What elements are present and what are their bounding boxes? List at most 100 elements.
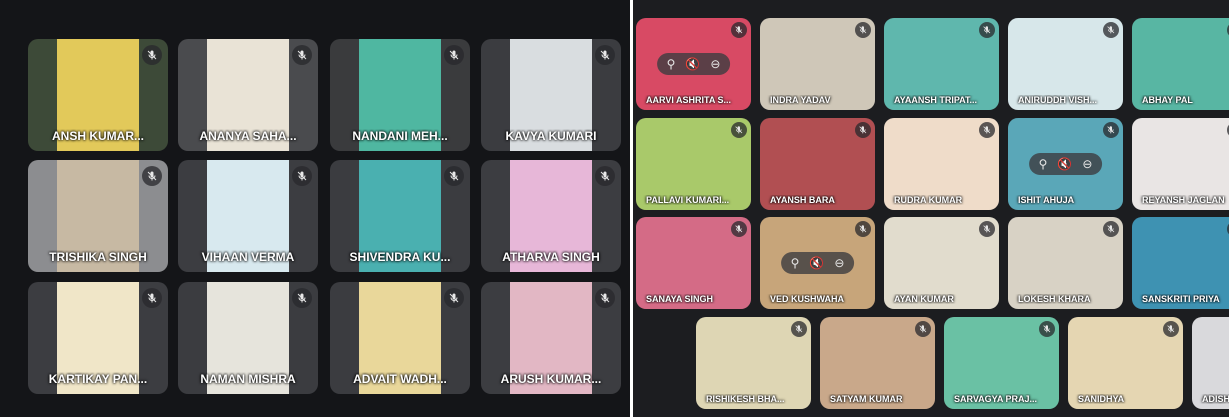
participant-name: SHIVENDRA KU... bbox=[349, 250, 451, 264]
participant-tile[interactable]: ANANYA SAHA... bbox=[178, 39, 318, 151]
participant-tile[interactable]: VIHAAN VERMA bbox=[178, 160, 318, 272]
participant-tile[interactable]: ARUSH KUMAR... bbox=[481, 282, 621, 394]
participant-name: SARVAGYA PRAJ... bbox=[954, 394, 1038, 404]
participant-tile[interactable]: TRISHIKA SINGH bbox=[28, 160, 168, 272]
participant-tile[interactable]: KAVYA KUMARI bbox=[481, 39, 621, 151]
participant-name: AYAANSH TRIPAT... bbox=[894, 95, 978, 105]
participant-name: AYANSH BARA bbox=[770, 195, 835, 205]
mic-muted-icon bbox=[595, 288, 615, 308]
participant-tile[interactable]: AYAN KUMAR bbox=[884, 217, 999, 309]
mic-muted-icon bbox=[979, 122, 995, 138]
participant-name: INDRA YADAV bbox=[770, 95, 831, 105]
pin-icon[interactable]: ⚲ bbox=[791, 256, 800, 270]
mute-icon[interactable]: 🔇 bbox=[809, 256, 824, 270]
participant-name: ISHIT AHUJA bbox=[1018, 195, 1075, 205]
participant-tile[interactable]: SATYAM KUMAR bbox=[820, 317, 935, 409]
participant-name: AYAN KUMAR bbox=[894, 294, 954, 304]
participant-name: NANDANI MEH... bbox=[352, 129, 448, 143]
participant-tile[interactable]: INDRA YADAV bbox=[760, 18, 875, 110]
participant-tile[interactable]: ⚲ 🔇 ⊖ AARVI ASHRITA S... bbox=[636, 18, 751, 110]
participant-name: RUDRA KUMAR bbox=[894, 195, 963, 205]
participant-tile[interactable]: KARTIKAY PAN... bbox=[28, 282, 168, 394]
participant-tile[interactable]: ⚲ 🔇 ⊖ VED KUSHWAHA bbox=[760, 217, 875, 309]
participant-name: SANAYA SINGH bbox=[646, 294, 714, 304]
mic-muted-icon bbox=[791, 321, 807, 337]
mic-muted-icon bbox=[142, 166, 162, 186]
mic-muted-icon bbox=[292, 166, 312, 186]
participant-tile[interactable]: NAMAN MISHRA bbox=[178, 282, 318, 394]
mic-muted-icon bbox=[979, 22, 995, 38]
participant-name: TRISHIKA SINGH bbox=[49, 250, 147, 264]
participant-name: KARTIKAY PAN... bbox=[48, 372, 148, 386]
mute-icon[interactable]: 🔇 bbox=[685, 57, 700, 71]
participant-name: RISHIKESH BHA... bbox=[706, 394, 785, 404]
participant-tile[interactable]: ADISH bbox=[1192, 317, 1229, 409]
participant-name: LOKESH KHARA bbox=[1018, 294, 1091, 304]
participant-name: SANSKRITI PRIYA bbox=[1142, 294, 1220, 304]
mic-muted-icon bbox=[1163, 321, 1179, 337]
participant-name: VED KUSHWAHA bbox=[770, 294, 845, 304]
mic-muted-icon bbox=[1103, 122, 1119, 138]
tile-hover-controls: ⚲ 🔇 ⊖ bbox=[656, 53, 731, 75]
participant-tile[interactable]: RISHIKESH BHA... bbox=[696, 317, 811, 409]
mic-muted-icon bbox=[855, 22, 871, 38]
pin-icon[interactable]: ⚲ bbox=[1039, 157, 1048, 171]
participant-tile[interactable]: ABHAY PAL bbox=[1132, 18, 1229, 110]
mic-muted-icon bbox=[855, 122, 871, 138]
participant-name: NAMAN MISHRA bbox=[200, 372, 296, 386]
mic-muted-icon bbox=[444, 288, 464, 308]
participant-name: KAVYA KUMARI bbox=[505, 129, 597, 143]
participant-tile[interactable]: ANIRUDDH VISH... bbox=[1008, 18, 1123, 110]
participant-tile[interactable]: SANAYA SINGH bbox=[636, 217, 751, 309]
participant-tile[interactable]: SANSKRITI PRIYA bbox=[1132, 217, 1229, 309]
participant-name: AARVI ASHRITA S... bbox=[646, 95, 732, 105]
participant-name: SANIDHYA bbox=[1078, 394, 1125, 404]
participant-tile[interactable]: ADVAIT WADH... bbox=[330, 282, 470, 394]
participant-tile[interactable]: AYAANSH TRIPAT... bbox=[884, 18, 999, 110]
participant-name: VIHAAN VERMA bbox=[201, 250, 295, 264]
participant-tile[interactable]: PALLAVI KUMARI... bbox=[636, 118, 751, 210]
remove-icon[interactable]: ⊖ bbox=[1082, 157, 1092, 171]
participant-tile[interactable]: ATHARVA SINGH bbox=[481, 160, 621, 272]
participant-name: REYANSH JAGLAN bbox=[1142, 195, 1225, 205]
participant-name: SATYAM KUMAR bbox=[830, 394, 903, 404]
pin-icon[interactable]: ⚲ bbox=[667, 57, 676, 71]
participant-tile[interactable]: SARVAGYA PRAJ... bbox=[944, 317, 1059, 409]
left-meeting-grid: ANSH KUMAR... ANANYA SAHA... NANDANI MEH..… bbox=[0, 0, 630, 417]
participant-name: ADISH bbox=[1202, 394, 1229, 404]
mic-muted-icon bbox=[1039, 321, 1055, 337]
tile-hover-controls: ⚲ 🔇 ⊖ bbox=[1028, 153, 1103, 175]
participant-name: ABHAY PAL bbox=[1142, 95, 1193, 105]
mic-muted-icon bbox=[292, 45, 312, 65]
mic-muted-icon bbox=[142, 288, 162, 308]
participant-name: PALLAVI KUMARI... bbox=[646, 195, 730, 205]
participant-tile[interactable]: REYANSH JAGLAN bbox=[1132, 118, 1229, 210]
mic-muted-icon bbox=[979, 221, 995, 237]
remove-icon[interactable]: ⊖ bbox=[710, 57, 720, 71]
mic-muted-icon bbox=[1103, 221, 1119, 237]
mic-muted-icon bbox=[731, 221, 747, 237]
participant-name: ANSH KUMAR... bbox=[52, 129, 144, 143]
participant-name: ADVAIT WADH... bbox=[353, 372, 447, 386]
participant-tile[interactable]: ⚲ 🔇 ⊖ ISHIT AHUJA bbox=[1008, 118, 1123, 210]
participant-tile[interactable]: SHIVENDRA KU... bbox=[330, 160, 470, 272]
participant-name: ANANYA SAHA... bbox=[199, 129, 297, 143]
mic-muted-icon bbox=[731, 122, 747, 138]
participant-name: ARUSH KUMAR... bbox=[500, 372, 602, 386]
participant-tile[interactable]: NANDANI MEH... bbox=[330, 39, 470, 151]
remove-icon[interactable]: ⊖ bbox=[834, 256, 844, 270]
participant-name: ANIRUDDH VISH... bbox=[1018, 95, 1098, 105]
mute-icon[interactable]: 🔇 bbox=[1057, 157, 1072, 171]
mic-muted-icon bbox=[142, 45, 162, 65]
right-meeting-grid: ⚲ 🔇 ⊖ AARVI ASHRITA S... INDRA YADAV AYAANSH … bbox=[633, 0, 1229, 417]
mic-muted-icon bbox=[915, 321, 931, 337]
mic-muted-icon bbox=[595, 45, 615, 65]
participant-tile[interactable]: SANIDHYA bbox=[1068, 317, 1183, 409]
participant-tile[interactable]: LOKESH KHARA bbox=[1008, 217, 1123, 309]
participant-name: ATHARVA SINGH bbox=[502, 250, 600, 264]
participant-tile[interactable]: ANSH KUMAR... bbox=[28, 39, 168, 151]
mic-muted-icon bbox=[292, 288, 312, 308]
participant-tile[interactable]: RUDRA KUMAR bbox=[884, 118, 999, 210]
participant-tile[interactable]: AYANSH BARA bbox=[760, 118, 875, 210]
mic-muted-icon bbox=[595, 166, 615, 186]
